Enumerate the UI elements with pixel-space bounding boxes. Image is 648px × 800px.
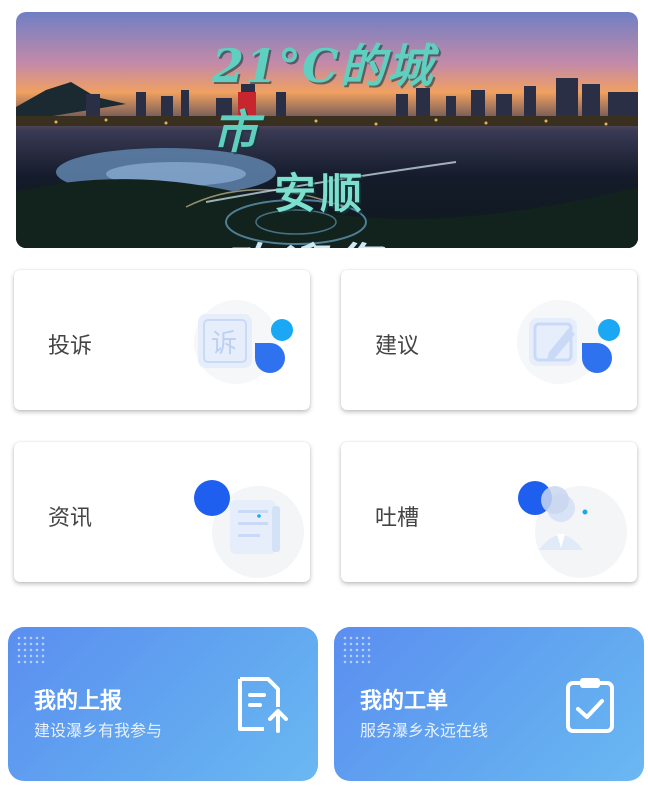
home-page: 21°C的城市 安顺 欢迎您 投诉 诉 建议 资 — [0, 0, 648, 800]
dots-pattern — [342, 635, 372, 665]
suggestion-icon — [517, 300, 620, 384]
tile-my-work-orders[interactable]: 我的工单 服务瀑乡永远在线 — [334, 627, 644, 781]
report-upload-icon — [238, 677, 288, 733]
card-suggestion-label: 建议 — [375, 334, 420, 359]
card-news-label: 资讯 — [48, 506, 93, 531]
complaint-icon: 诉 — [194, 300, 293, 384]
banner-slogan-line-3: 欢迎您 — [222, 227, 472, 248]
tile-my-work-orders-title: 我的工单 — [360, 689, 449, 714]
card-suggestion[interactable]: 建议 — [341, 270, 637, 410]
svg-text:诉: 诉 — [211, 329, 237, 359]
dots-pattern — [16, 635, 46, 665]
news-icon — [194, 480, 304, 578]
card-chat[interactable]: 吐槽 — [341, 442, 637, 582]
tile-my-work-orders-subtitle: 服务瀑乡永远在线 — [360, 721, 489, 740]
chat-icon — [518, 481, 627, 578]
banner-slogan: 21°C的城市 安顺 欢迎您 — [212, 30, 472, 248]
welcome-banner[interactable]: 21°C的城市 安顺 欢迎您 — [16, 12, 638, 248]
banner-slogan-line-1: 21°C的城市 — [212, 39, 434, 159]
clipboard-check-icon — [566, 678, 614, 733]
tile-my-reports-subtitle: 建设瀑乡有我参与 — [34, 721, 163, 740]
tile-my-reports-title: 我的上报 — [34, 689, 123, 714]
card-news[interactable]: 资讯 — [14, 442, 310, 582]
banner-slogan-line-2: 安顺 — [274, 169, 367, 218]
card-chat-label: 吐槽 — [375, 506, 420, 531]
card-complaint[interactable]: 投诉 诉 — [14, 270, 310, 410]
card-complaint-label: 投诉 — [48, 334, 93, 359]
tile-my-reports[interactable]: 我的上报 建设瀑乡有我参与 — [8, 627, 318, 781]
